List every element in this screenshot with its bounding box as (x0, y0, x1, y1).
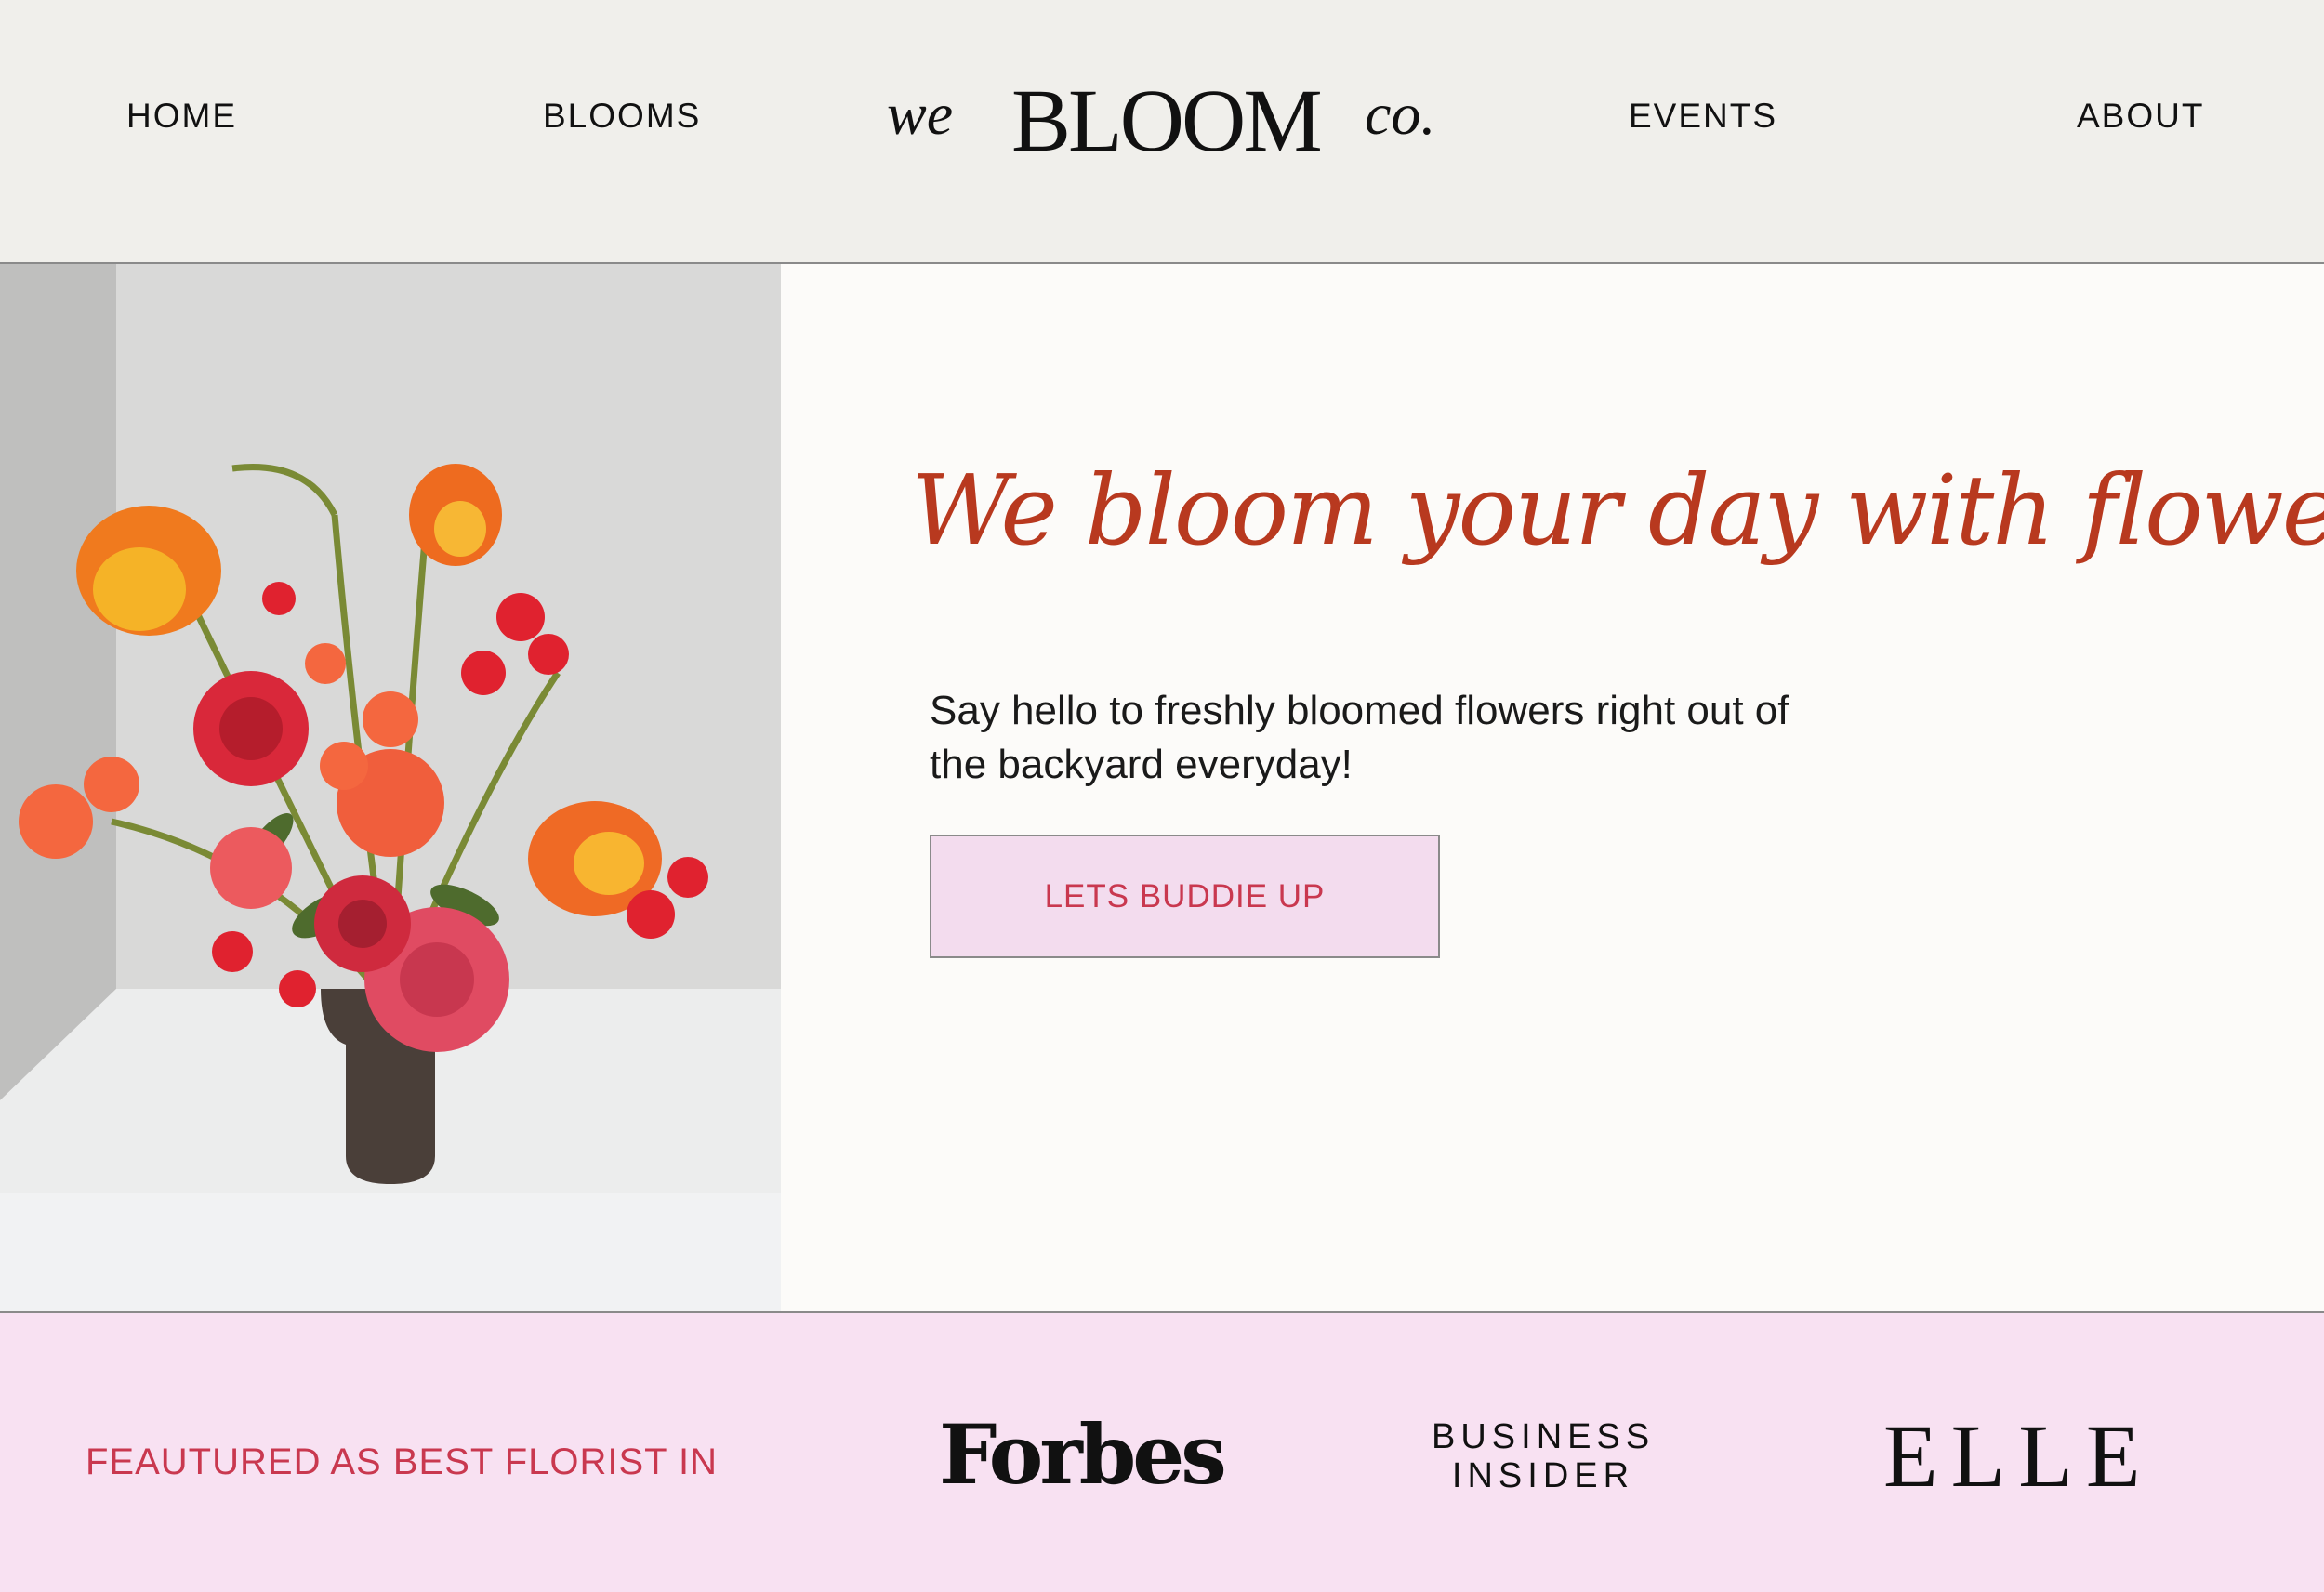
nav-events-link[interactable]: EVENTS (1629, 97, 1777, 136)
forbes-logo: Forbes (939, 1406, 1227, 1503)
lets-buddie-up-button[interactable]: LETS BUDDIE UP (930, 835, 1440, 958)
logo-we: we (887, 81, 954, 147)
hero-flower-image (0, 264, 781, 1312)
featured-label: FEAUTURED AS BEST FLORIST IN (86, 1441, 718, 1482)
nav-home-link[interactable]: HOME (126, 97, 237, 136)
hero-title: We bloom your day with flowers (911, 454, 2324, 567)
nav-blooms-link[interactable]: BLOOMS (543, 97, 701, 136)
logo-brand: BLOOM (1011, 71, 1323, 170)
business-insider-logo: BUSINESS INSIDER (1432, 1417, 1656, 1495)
hero-subtitle: Say hello to freshly bloomed flowers rig… (930, 688, 1789, 787)
site-logo[interactable]: we BLOOM co. (883, 71, 1441, 170)
elle-logo: ELLE (1883, 1406, 2154, 1506)
featured-banner: FEAUTURED AS BEST FLORIST IN Forbes BUSI… (0, 1311, 2324, 1592)
site-header: HOME BLOOMS we BLOOM co. EVENTS ABOUT (0, 0, 2324, 264)
nav-about-link[interactable]: ABOUT (2077, 97, 2204, 136)
logo-co: co. (1365, 81, 1436, 147)
